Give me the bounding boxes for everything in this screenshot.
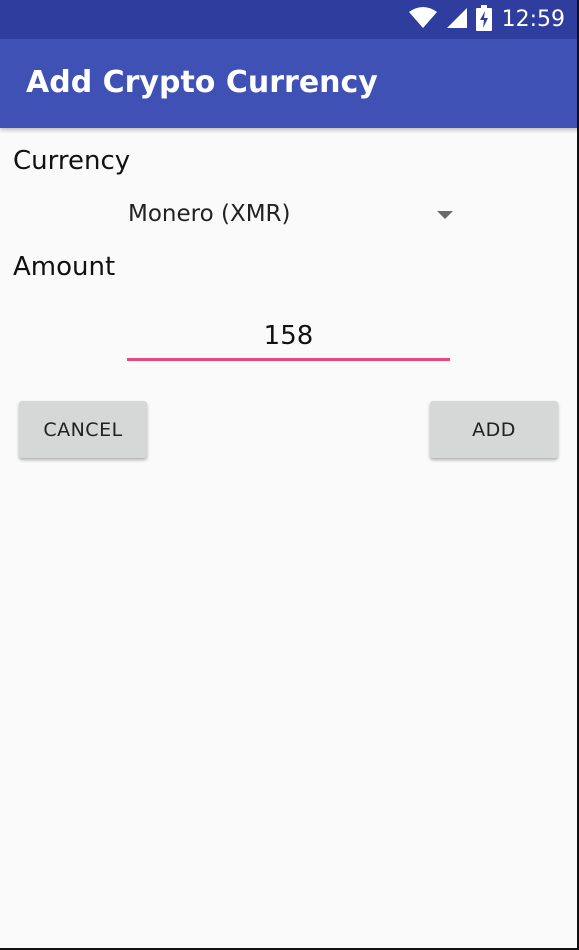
- cell-signal-icon: [446, 7, 468, 33]
- wifi-icon: [408, 6, 438, 33]
- currency-spinner[interactable]: Monero (XMR): [128, 196, 458, 236]
- app-bar: Add Crypto Currency: [0, 39, 579, 128]
- add-button[interactable]: ADD: [430, 401, 558, 458]
- status-time: 12:59: [501, 7, 565, 32]
- amount-input[interactable]: [127, 314, 450, 361]
- currency-label: Currency: [13, 146, 131, 176]
- dropdown-arrow-icon: [437, 211, 453, 219]
- status-bar: 12:59: [0, 0, 579, 39]
- amount-label: Amount: [13, 252, 116, 282]
- battery-charging-icon: [475, 4, 492, 35]
- cancel-button[interactable]: CANCEL: [19, 401, 147, 458]
- page-title: Add Crypto Currency: [26, 65, 378, 100]
- status-icons: 12:59: [408, 0, 565, 39]
- currency-selected-value: Monero (XMR): [128, 201, 291, 227]
